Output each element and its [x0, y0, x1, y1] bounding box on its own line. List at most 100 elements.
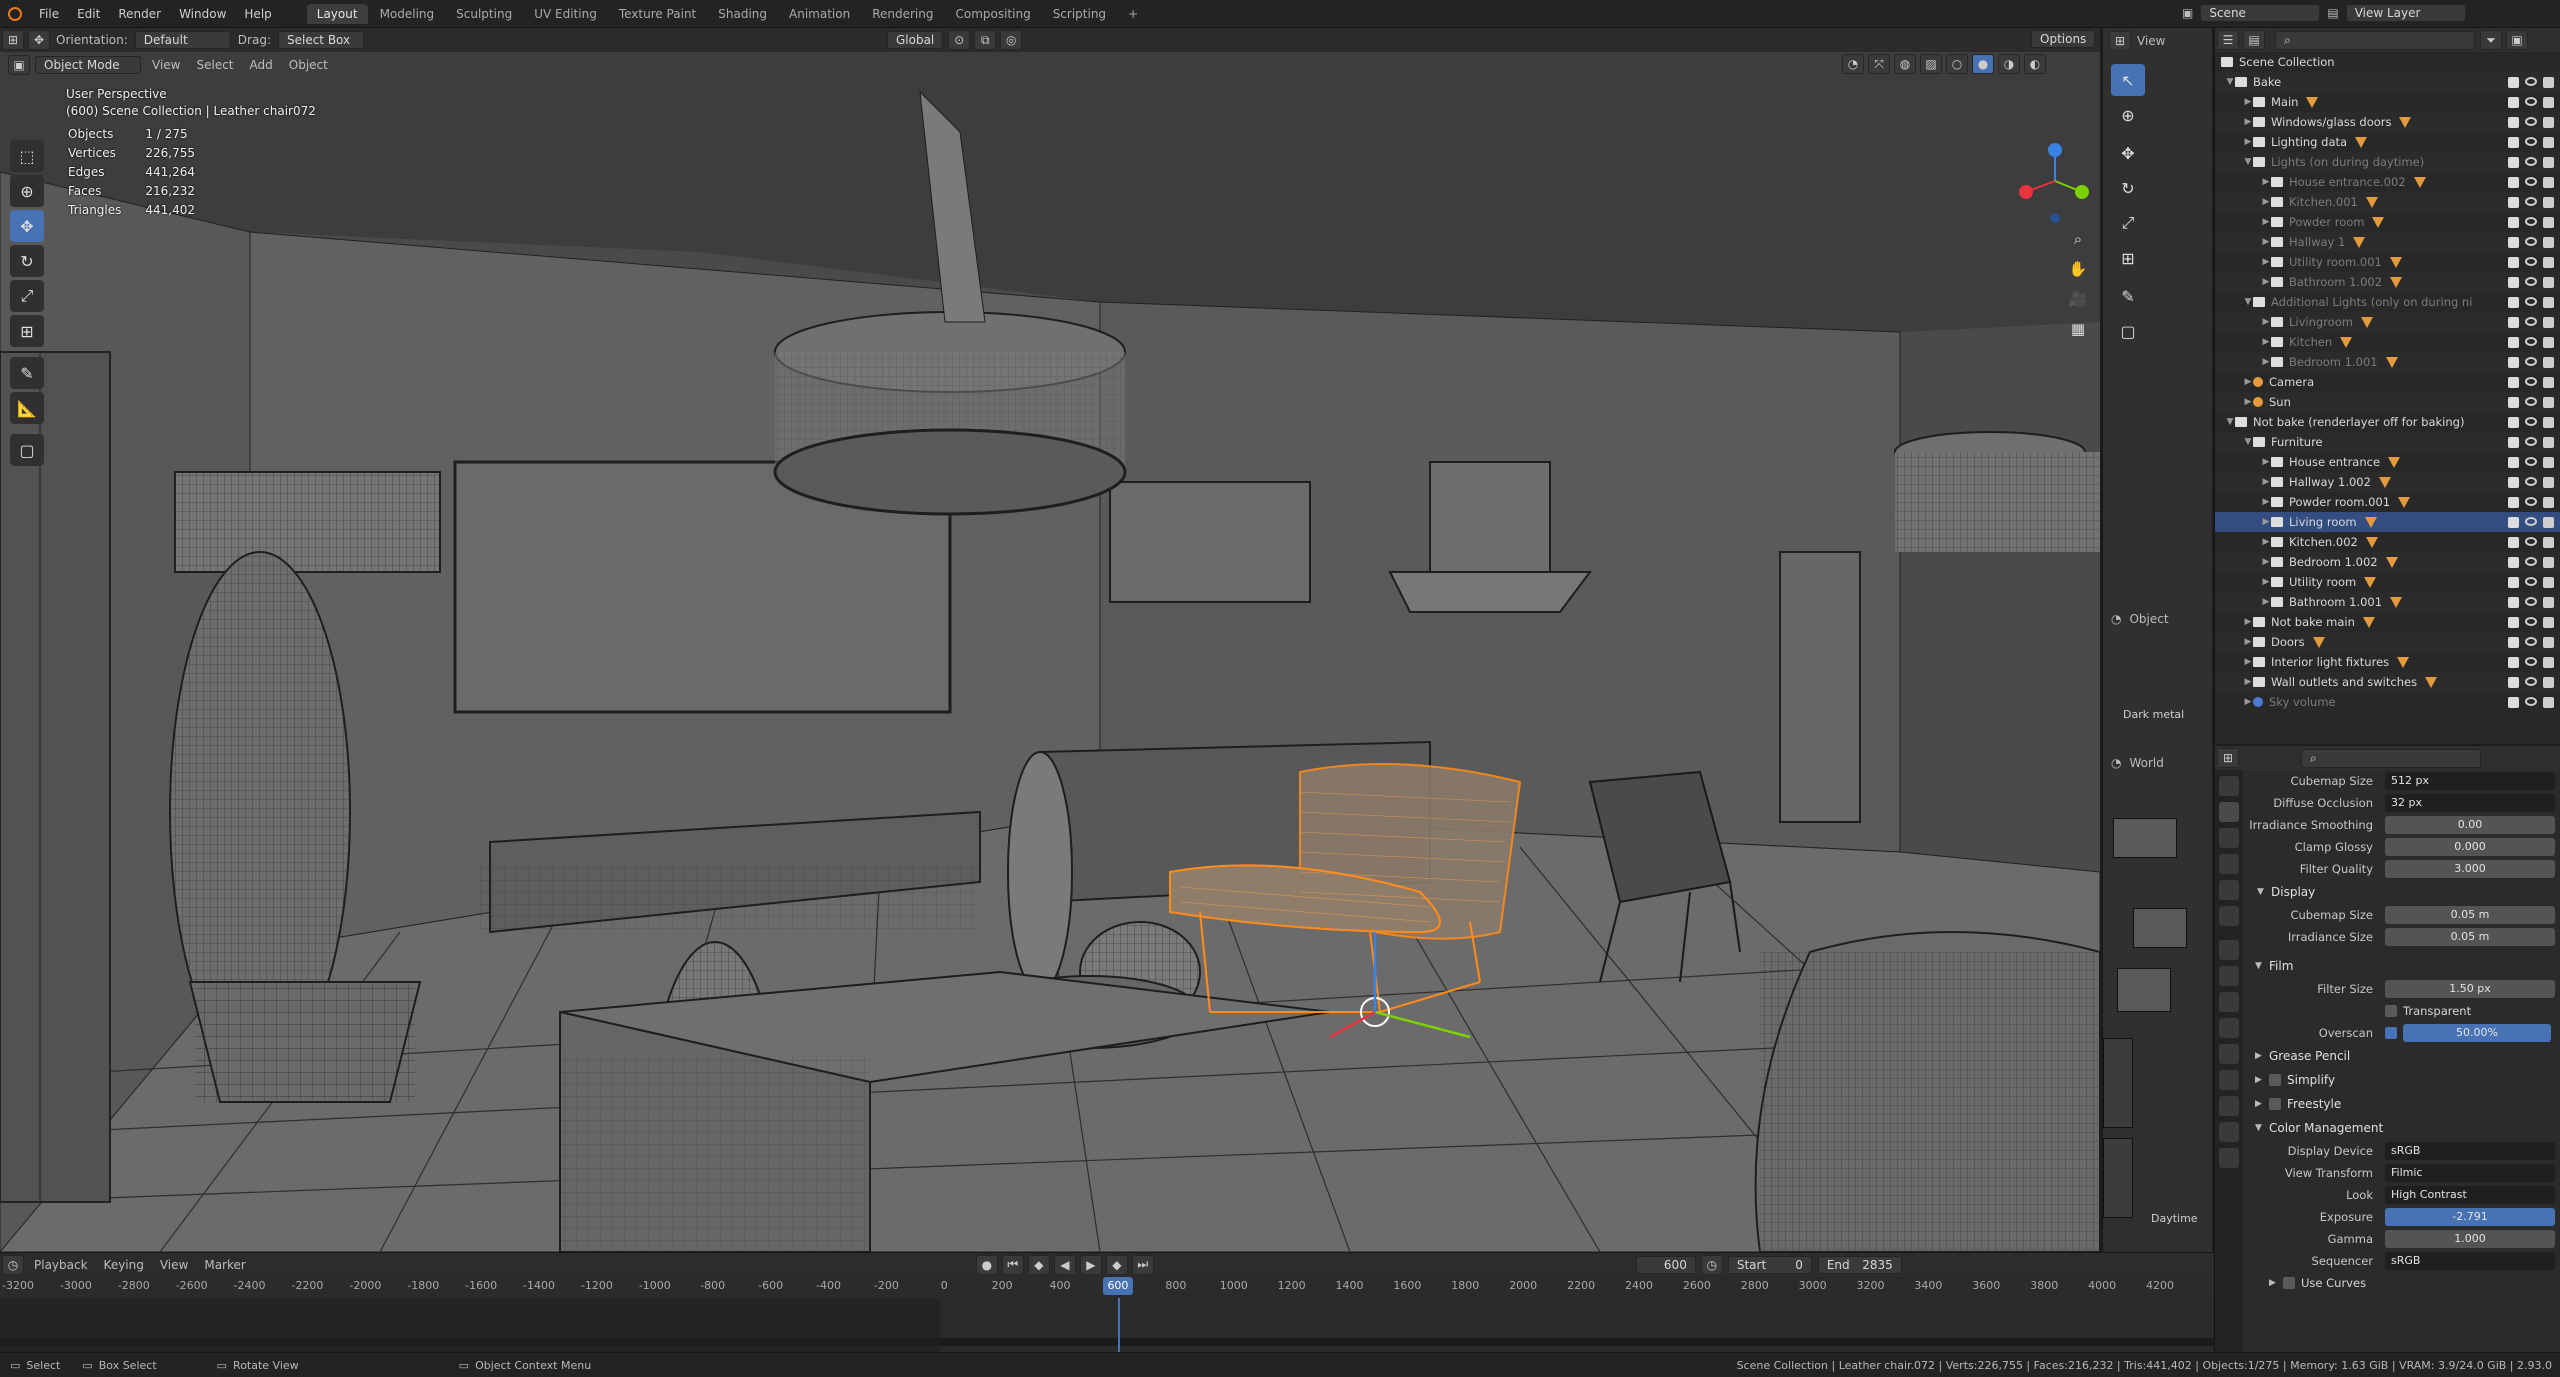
- play-icon[interactable]: ▶: [1079, 1254, 1102, 1275]
- property-field[interactable]: 1.000: [2385, 1230, 2555, 1248]
- tab-compositing[interactable]: Compositing: [945, 4, 1040, 24]
- eye-icon[interactable]: [2525, 476, 2537, 486]
- gizmo-toggle-icon[interactable]: ⤧: [1868, 54, 1890, 74]
- expanded-arrow-icon[interactable]: ▼: [2243, 157, 2253, 167]
- menu-help[interactable]: Help: [235, 7, 280, 21]
- property-field[interactable]: 3.000: [2385, 860, 2555, 878]
- eye-icon[interactable]: [2525, 616, 2537, 626]
- outliner-item[interactable]: ▶ Bathroom 1.001: [2215, 592, 2560, 612]
- collapsed-arrow-icon[interactable]: ▶: [2261, 317, 2271, 327]
- snap-icon[interactable]: ⧉: [974, 30, 997, 50]
- mode-dropdown[interactable]: Object Mode: [35, 56, 141, 74]
- pan-hand-icon[interactable]: ✋: [2064, 254, 2092, 284]
- exclude-checkbox-icon[interactable]: [2508, 436, 2519, 448]
- eye-icon[interactable]: [2525, 636, 2537, 646]
- play-reverse-icon[interactable]: ◀: [1053, 1254, 1076, 1275]
- constraints-tab-icon[interactable]: [2219, 1070, 2239, 1090]
- exclude-checkbox-icon[interactable]: [2508, 156, 2519, 168]
- tab-texture-paint[interactable]: Texture Paint: [609, 4, 706, 24]
- exclude-checkbox-icon[interactable]: [2508, 616, 2519, 628]
- property-field[interactable]: -2.791: [2385, 1208, 2555, 1226]
- editor-type-icon[interactable]: ☰: [2217, 30, 2239, 50]
- render-camera-icon[interactable]: [2543, 96, 2554, 108]
- collapsed-arrow-icon[interactable]: ▶: [2261, 197, 2271, 207]
- view-layer-selector[interactable]: View Layer: [2345, 4, 2466, 22]
- exclude-checkbox-icon[interactable]: [2508, 116, 2519, 128]
- render-camera-icon[interactable]: [2543, 596, 2554, 608]
- outliner-item[interactable]: ▶ Kitchen.002: [2215, 532, 2560, 552]
- render-camera-icon[interactable]: [2543, 556, 2554, 568]
- property-field[interactable]: 0.000: [2385, 838, 2555, 856]
- property-field[interactable]: 0.05 m: [2385, 906, 2555, 924]
- outliner-item[interactable]: ▶ House entrance: [2215, 452, 2560, 472]
- outliner-item[interactable]: ▶ Interior light fixtures: [2215, 652, 2560, 672]
- menu-file[interactable]: File: [30, 7, 68, 21]
- render-camera-icon[interactable]: [2543, 356, 2554, 368]
- 3d-viewport[interactable]: User Perspective (600) Scene Collection …: [0, 52, 2100, 1252]
- cursor-tool-icon[interactable]: ⊕: [2111, 99, 2145, 131]
- outliner-item[interactable]: ▶ Lighting data: [2215, 132, 2560, 152]
- drag-dropdown[interactable]: Select Box: [277, 31, 364, 49]
- use-curves-checkbox[interactable]: [2283, 1277, 2295, 1289]
- tool-tab-icon[interactable]: [2219, 776, 2239, 796]
- filter-icon[interactable]: ⏷: [2480, 30, 2502, 50]
- render-camera-icon[interactable]: [2543, 276, 2554, 288]
- exclude-checkbox-icon[interactable]: [2508, 676, 2519, 688]
- render-camera-icon[interactable]: [2543, 456, 2554, 468]
- outliner-item[interactable]: ▶ Powder room.001: [2215, 492, 2560, 512]
- outliner-item[interactable]: ▶ Main: [2215, 92, 2560, 112]
- viewport-menu-view[interactable]: View: [152, 58, 180, 72]
- exclude-checkbox-icon[interactable]: [2508, 556, 2519, 568]
- exclude-checkbox-icon[interactable]: [2508, 76, 2519, 88]
- render-camera-icon[interactable]: [2543, 516, 2554, 528]
- exclude-checkbox-icon[interactable]: [2508, 236, 2519, 248]
- render-camera-icon[interactable]: [2543, 116, 2554, 128]
- rotate-tool-icon[interactable]: ↻: [2111, 172, 2145, 204]
- eye-icon[interactable]: [2525, 116, 2537, 126]
- eye-icon[interactable]: [2525, 656, 2537, 666]
- outliner-item[interactable]: ▶ Doors: [2215, 632, 2560, 652]
- current-frame-indicator[interactable]: 600: [1102, 1277, 1133, 1295]
- expanded-arrow-icon[interactable]: ▼: [2225, 77, 2235, 87]
- scale-tool-icon[interactable]: ⤢: [10, 280, 44, 312]
- overscan-field[interactable]: 50.00%: [2403, 1024, 2551, 1042]
- eye-icon[interactable]: [2525, 596, 2537, 606]
- outliner-item[interactable]: ▶ Hallway 1: [2215, 232, 2560, 252]
- move-tool-icon[interactable]: ✥: [10, 210, 44, 242]
- outliner-item[interactable]: ▶ Not bake main: [2215, 612, 2560, 632]
- texture-tab-icon[interactable]: [2219, 1148, 2239, 1168]
- collapsed-arrow-icon[interactable]: ▶: [2243, 677, 2253, 687]
- collapsed-arrow-icon[interactable]: ▶: [2261, 457, 2271, 467]
- start-frame-field[interactable]: Start 0: [1727, 1255, 1812, 1274]
- render-tab-icon[interactable]: [2219, 802, 2239, 822]
- collapsed-arrow-icon[interactable]: ▶: [2261, 177, 2271, 187]
- render-camera-icon[interactable]: [2543, 636, 2554, 648]
- camera-view-icon[interactable]: 🎥: [2064, 284, 2092, 314]
- eye-icon[interactable]: [2525, 276, 2537, 286]
- select-tool-icon[interactable]: ↖: [2111, 64, 2145, 96]
- exclude-checkbox-icon[interactable]: [2508, 516, 2519, 528]
- orientation-dropdown[interactable]: Default: [134, 31, 231, 49]
- eye-icon[interactable]: [2525, 456, 2537, 466]
- view-layer-tab-icon[interactable]: [2219, 854, 2239, 874]
- collapsed-arrow-icon[interactable]: ▶: [2261, 517, 2271, 527]
- material-shading-icon[interactable]: ◑: [1998, 54, 2020, 74]
- section-checkbox[interactable]: [2269, 1098, 2281, 1110]
- outliner-item[interactable]: ▼ Not bake (renderlayer off for baking): [2215, 412, 2560, 432]
- add-cube-tool-icon[interactable]: ▢: [10, 434, 44, 466]
- viewport-menu-add[interactable]: Add: [250, 58, 273, 72]
- collapsed-arrow-icon[interactable]: ▶: [2261, 337, 2271, 347]
- property-field[interactable]: 32 px: [2385, 794, 2555, 812]
- eye-icon[interactable]: [2525, 516, 2537, 526]
- exclude-checkbox-icon[interactable]: [2508, 496, 2519, 508]
- render-camera-icon[interactable]: [2543, 236, 2554, 248]
- eye-icon[interactable]: [2525, 556, 2537, 566]
- node-box[interactable]: [2103, 1038, 2133, 1128]
- outliner-item[interactable]: ▼ Bake: [2215, 72, 2560, 92]
- eye-icon[interactable]: [2525, 496, 2537, 506]
- collapsed-arrow-icon[interactable]: ▶: [2243, 377, 2253, 387]
- node-thumbnail[interactable]: [2117, 968, 2171, 1012]
- exclude-checkbox-icon[interactable]: [2508, 256, 2519, 268]
- exclude-checkbox-icon[interactable]: [2508, 216, 2519, 228]
- collapsed-arrow-icon[interactable]: ▶: [2261, 217, 2271, 227]
